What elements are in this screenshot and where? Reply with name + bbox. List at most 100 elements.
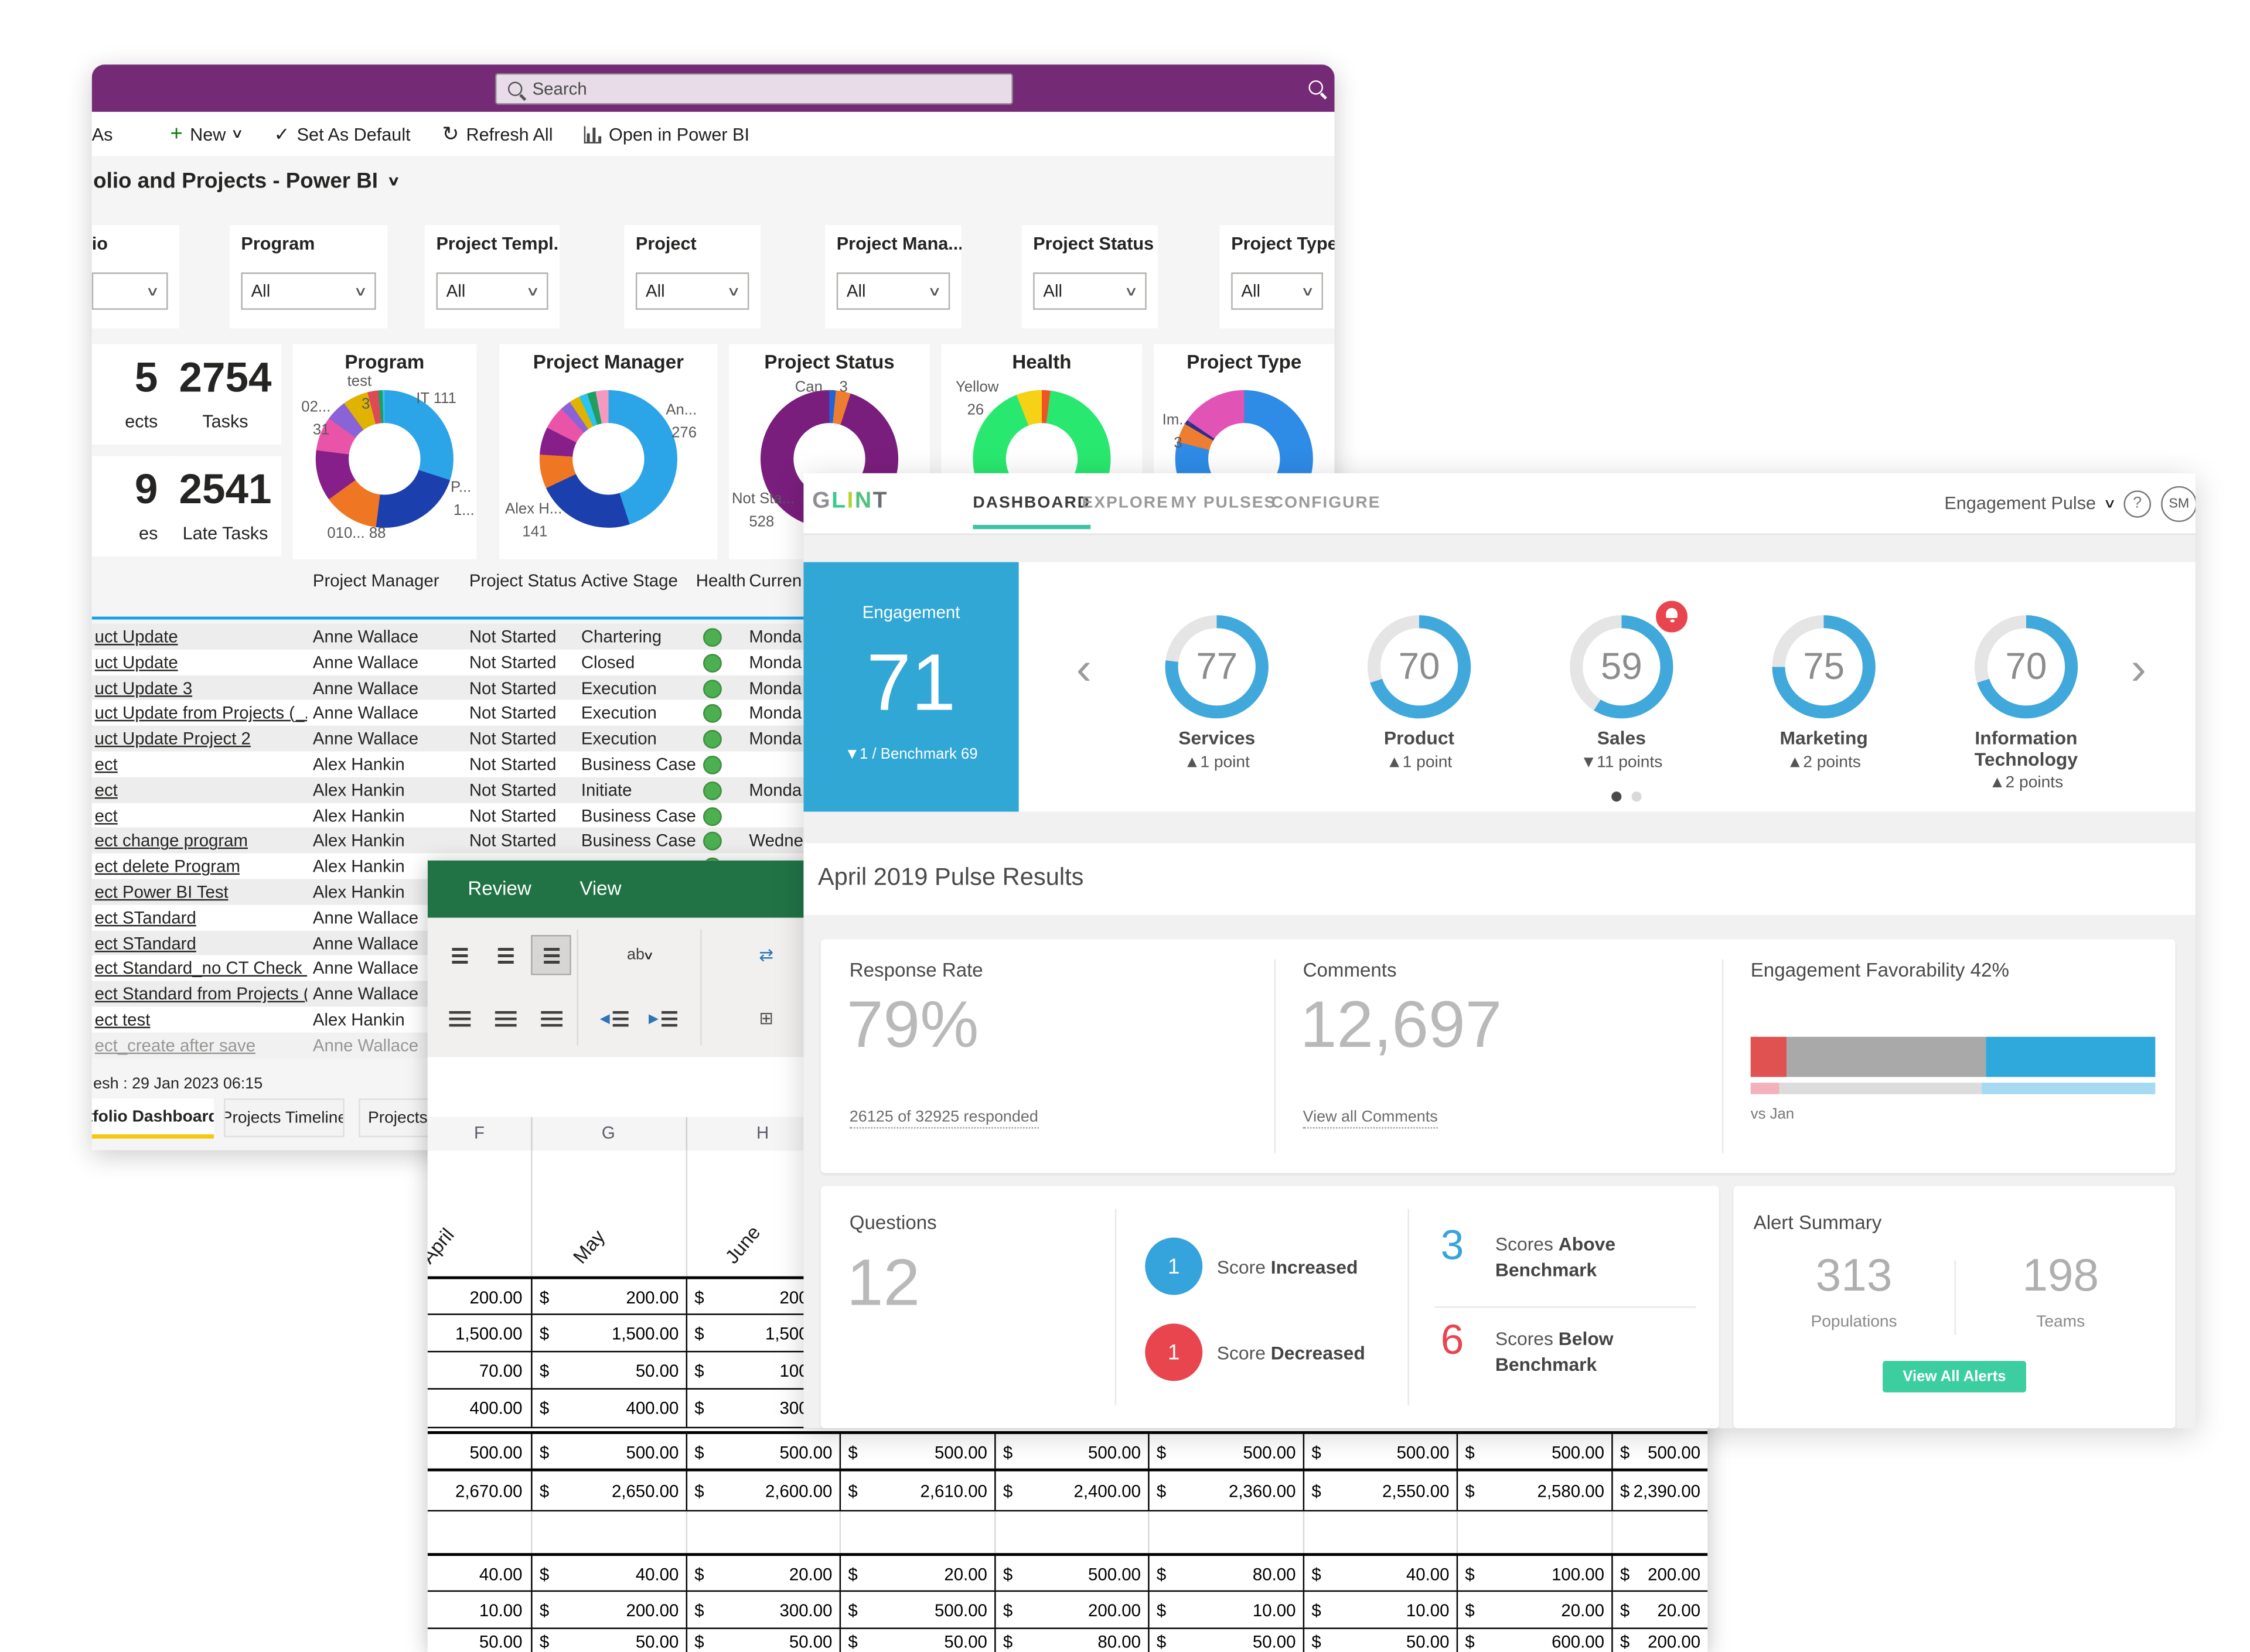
carousel-dot-active[interactable]	[1611, 791, 1621, 801]
excel-cell[interactable]: $10.00	[1148, 1592, 1304, 1629]
table-col-header[interactable]: Curren	[749, 571, 802, 591]
align-left-button[interactable]	[439, 998, 479, 1039]
excel-cell[interactable]: $200.00	[994, 1592, 1149, 1629]
excel-cell[interactable]	[1148, 1511, 1304, 1553]
view-all-comments-link[interactable]: View all Comments	[1303, 1108, 1438, 1128]
project-name-link[interactable]: ect	[95, 805, 118, 825]
excel-cell[interactable]: $200.00	[531, 1279, 687, 1317]
nav-item-explore[interactable]: EXPLORE	[1082, 473, 1169, 534]
menu-refresh-all[interactable]: ↻Refresh All	[442, 122, 553, 146]
excel-cell[interactable]: $2,390.00	[1611, 1472, 1707, 1510]
carousel-next-icon[interactable]: ›	[2131, 643, 2146, 696]
excel-cell[interactable]: $20.00	[686, 1556, 841, 1593]
align-bottom-button[interactable]	[531, 935, 571, 975]
excel-cell[interactable]: $200.00	[1611, 1556, 1707, 1593]
titlebar-search-icon[interactable]	[1308, 80, 1322, 94]
filter-dropdown[interactable]: ∨	[92, 272, 168, 310]
project-name-link[interactable]: ect STandard	[95, 907, 196, 927]
filter-dropdown[interactable]: All∨	[1231, 272, 1323, 310]
excel-cell[interactable]: 70.00	[428, 1352, 531, 1390]
project-name-link[interactable]: ect Standard_no CT Check e...	[95, 958, 307, 978]
excel-cell[interactable]: 10.00	[428, 1592, 531, 1629]
excel-cell[interactable]: $20.00	[1611, 1592, 1707, 1629]
responded-link[interactable]: 26125 of 32925 responded	[850, 1108, 1038, 1128]
orientation-button[interactable]: ab∨	[611, 935, 669, 975]
excel-column-letter[interactable]: H	[756, 1123, 769, 1143]
table-col-header[interactable]: Health	[696, 571, 746, 591]
report-page-tab-1[interactable]: Projects Timeline	[224, 1098, 345, 1137]
excel-cell[interactable]: $500.00	[994, 1556, 1149, 1593]
excel-cell[interactable]: 50.00	[428, 1629, 531, 1652]
carousel-dot[interactable]	[1631, 791, 1641, 801]
excel-column-letter[interactable]: F	[474, 1123, 485, 1143]
excel-cell[interactable]: $100.00	[1457, 1556, 1613, 1593]
table-col-header[interactable]: Project Manager	[313, 571, 439, 591]
excel-cell[interactable]: 40.00	[428, 1556, 531, 1593]
excel-cell[interactable]: $50.00	[686, 1629, 841, 1652]
filter-dropdown[interactable]: All∨	[636, 272, 749, 310]
excel-cell[interactable]: $2,360.00	[1148, 1472, 1304, 1510]
excel-cell[interactable]: 200.00	[428, 1279, 531, 1317]
merge-cells-button[interactable]: ⇄	[746, 935, 786, 975]
excel-cell[interactable]: $500.00	[1457, 1434, 1613, 1472]
excel-cell[interactable]: $2,650.00	[531, 1472, 687, 1510]
excel-cell[interactable]: $1,500.00	[531, 1315, 687, 1353]
excel-cell[interactable]: $50.00	[531, 1629, 687, 1652]
excel-cell[interactable]: $2,580.00	[1457, 1472, 1613, 1510]
excel-cell[interactable]	[1611, 1511, 1707, 1553]
excel-cell[interactable]: $2,610.00	[840, 1472, 996, 1510]
nav-item-configure[interactable]: CONFIGURE	[1271, 473, 1381, 534]
carousel-prev-icon[interactable]: ‹	[1076, 643, 1092, 696]
project-name-link[interactable]: uct Update 3	[95, 678, 193, 698]
project-name-link[interactable]: ect Standard from Projects (...	[95, 984, 307, 1004]
align-right-button[interactable]	[531, 998, 571, 1039]
align-middle-button[interactable]	[485, 935, 526, 975]
donut-chart[interactable]	[316, 390, 454, 528]
nav-item-dashboard[interactable]: DASHBOARD	[973, 473, 1090, 534]
project-name-link[interactable]: ect delete Program	[95, 856, 240, 876]
project-name-link[interactable]: ect	[95, 780, 118, 800]
excel-cell[interactable]: $200.00	[1611, 1629, 1707, 1652]
excel-cell[interactable]: $500.00	[531, 1434, 687, 1472]
excel-cell[interactable]	[1303, 1511, 1458, 1553]
excel-cell[interactable]: $500.00	[994, 1434, 1149, 1472]
project-name-link[interactable]: uct Update	[95, 652, 178, 672]
align-top-button[interactable]	[439, 935, 479, 975]
excel-cell[interactable]: $50.00	[531, 1352, 687, 1390]
project-name-link[interactable]: ect change program	[95, 831, 248, 851]
excel-cell[interactable]: $500.00	[1611, 1434, 1707, 1472]
report-page-tab-0[interactable]: tfolio Dashboard	[92, 1098, 214, 1139]
project-name-link[interactable]: uct Update Project 2	[95, 729, 251, 749]
menu-new[interactable]: +New∨	[170, 122, 242, 146]
menu-save-as[interactable]: As	[92, 124, 113, 144]
project-name-link[interactable]: ect Power BI Test	[95, 882, 229, 902]
excel-cell[interactable]	[686, 1511, 841, 1553]
excel-cell[interactable]: $500.00	[840, 1592, 996, 1629]
excel-cell[interactable]: $50.00	[1303, 1629, 1458, 1652]
project-name-link[interactable]: ect test	[95, 1009, 151, 1029]
borders-button[interactable]: ⊞	[746, 998, 786, 1039]
project-name-link[interactable]: uct Update	[95, 627, 178, 647]
project-name-link[interactable]: ect_create after save	[95, 1035, 255, 1055]
excel-cell[interactable]	[531, 1511, 687, 1553]
excel-cell[interactable]: $400.00	[531, 1390, 687, 1427]
nav-item-my-pulses[interactable]: MY PULSES	[1171, 473, 1276, 534]
excel-cell[interactable]: 1,500.00	[428, 1315, 531, 1353]
project-name-link[interactable]: ect STandard	[95, 933, 196, 953]
excel-cell[interactable]: $50.00	[840, 1629, 996, 1652]
increase-indent-button[interactable]: ▶	[643, 998, 683, 1039]
engagement-score-tile[interactable]: Engagement 71 ▼1 / Benchmark 69	[803, 562, 1018, 812]
excel-cell[interactable]	[840, 1511, 996, 1553]
decrease-indent-button[interactable]: ◀	[594, 998, 635, 1039]
excel-cell[interactable]	[994, 1511, 1149, 1553]
excel-cell[interactable]: $2,400.00	[994, 1472, 1149, 1510]
excel-cell[interactable]: $500.00	[1148, 1434, 1304, 1472]
excel-cell[interactable]: $20.00	[1457, 1592, 1613, 1629]
excel-cell[interactable]: $40.00	[531, 1556, 687, 1593]
search-input[interactable]: Search	[495, 73, 1013, 105]
excel-cell[interactable]: $500.00	[840, 1434, 996, 1472]
ribbon-tab-review[interactable]: Review	[468, 878, 531, 899]
excel-cell[interactable]: 2,670.00	[428, 1472, 531, 1510]
table-col-header[interactable]: Project Status	[469, 571, 577, 591]
ribbon-tab-view[interactable]: View	[579, 878, 621, 899]
